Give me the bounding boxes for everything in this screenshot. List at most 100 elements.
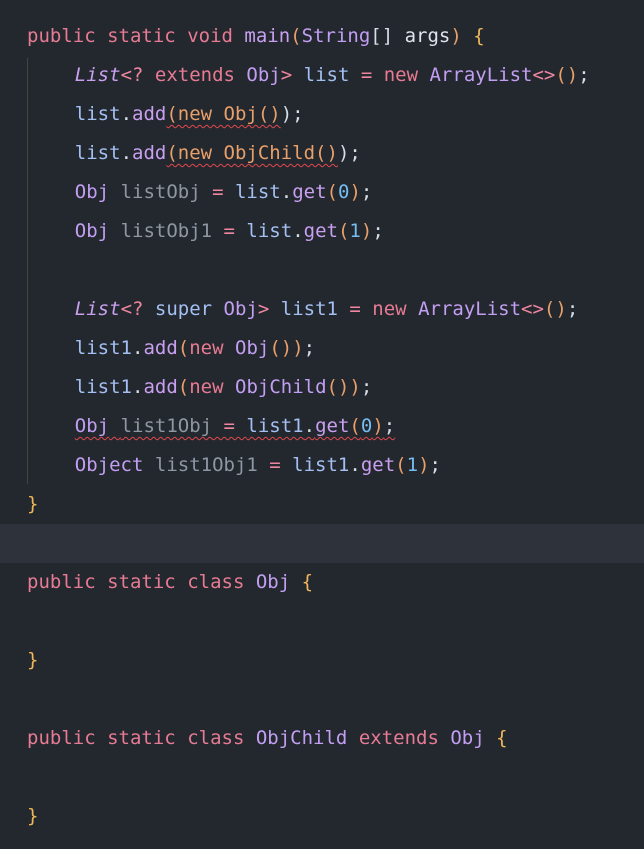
code-token: add	[132, 103, 167, 125]
code-token: ;	[578, 64, 590, 86]
code-token: >	[280, 64, 304, 86]
code-token: .	[349, 454, 361, 476]
error-token: get	[315, 415, 350, 437]
code-line-list1-add-objchild[interactable]: list1.add(new ObjChild());	[0, 368, 644, 407]
code-line-class-obj-close[interactable]: }	[0, 641, 644, 680]
code-token: (	[177, 337, 190, 359]
code-line-blank-1[interactable]	[0, 251, 644, 290]
code-token: 0	[337, 181, 350, 203]
code-token: }	[27, 649, 39, 671]
code-token: <>	[521, 298, 544, 320]
code-token: new	[372, 298, 407, 320]
code-token: ;	[360, 376, 373, 398]
code-line-list1-add-obj[interactable]: list1.add(new Obj());	[0, 329, 644, 368]
error-token: (	[349, 415, 361, 437]
code-line-text: public static void main(String[] args) {	[27, 17, 485, 56]
code-token: extends	[358, 727, 439, 749]
code-token: )	[418, 454, 430, 476]
code-token: 1	[349, 220, 361, 242]
code-line-super-list-declaration[interactable]: List<? super Obj> list1 = new ArrayList<…	[0, 290, 644, 329]
error-token: .	[303, 415, 316, 437]
code-token: .	[132, 376, 144, 398]
error-token: (new ObjChild()	[166, 142, 338, 164]
code-token: get	[303, 220, 338, 242]
code-line-main-close[interactable]: }	[0, 485, 644, 524]
code-token: (	[337, 220, 350, 242]
code-line-class-obj-declaration[interactable]: public static class Obj {	[0, 563, 644, 602]
code-token: {	[496, 727, 508, 749]
code-token: List	[74, 298, 121, 320]
code-line-text: }	[27, 797, 38, 836]
code-token: add	[143, 337, 178, 359]
code-line-main-signature[interactable]: public static void main(String[] args) {	[0, 17, 644, 56]
code-line-list1-get-1[interactable]: Object list1Obj1 = list1.get(1);	[0, 446, 644, 485]
code-line-blank-2[interactable]	[0, 602, 644, 641]
code-token: list	[246, 220, 293, 242]
code-line-text: Obj listObj1 = list.get(1);	[75, 212, 384, 251]
code-line-list-add-obj[interactable]: list.add(new Obj());	[0, 95, 644, 134]
code-line-list-get-1[interactable]: Obj listObj1 = list.get(1);	[0, 212, 644, 251]
code-line-text: }	[27, 641, 38, 680]
code-token: ())	[269, 337, 304, 359]
code-token: listObj1	[120, 220, 213, 242]
code-token: =	[337, 298, 373, 320]
code-token: add	[132, 142, 167, 164]
code-token: (	[177, 376, 190, 398]
code-token: public	[27, 727, 96, 749]
error-token: Obj	[74, 415, 110, 437]
code-token: ()	[555, 64, 579, 86]
code-token: list1	[74, 337, 132, 359]
code-token: .	[120, 103, 133, 125]
code-token: listObj	[120, 181, 201, 203]
code-editor[interactable]: public static void main(String[] args) {…	[0, 0, 644, 849]
code-line-blank-4[interactable]	[0, 758, 644, 797]
code-token: Obj	[223, 298, 258, 320]
code-line-blank-3[interactable]	[0, 680, 644, 719]
code-token: )	[360, 220, 373, 242]
code-token: Obj	[74, 181, 110, 203]
error-token: =	[212, 415, 247, 437]
code-token: ;	[360, 181, 373, 203]
code-line-text: public static class Obj {	[27, 563, 313, 602]
error-token: 0	[360, 415, 373, 437]
code-line-text: list.add(new ObjChild());	[75, 134, 361, 173]
code-token: list1	[280, 298, 338, 320]
code-line-text: public static class ObjChild extends Obj…	[27, 719, 508, 758]
code-token: (	[395, 454, 407, 476]
code-token: =	[257, 454, 293, 476]
code-token: )	[450, 25, 462, 47]
error-token: (new Obj()	[166, 103, 281, 125]
code-token: <?	[120, 298, 155, 320]
code-line-blank-current[interactable]	[0, 524, 644, 563]
code-token: void	[187, 25, 233, 47]
code-line-list-get-0[interactable]: Obj listObj = list.get(0);	[0, 173, 644, 212]
code-line-class-objchild-close[interactable]: }	[0, 797, 644, 836]
code-token: .	[280, 181, 293, 203]
code-token: =	[349, 64, 384, 86]
code-token: ;	[303, 337, 316, 359]
code-token: add	[143, 376, 178, 398]
code-line-text: Obj list1Obj = list1.get(0);	[75, 407, 395, 446]
code-token: list	[234, 181, 281, 203]
code-token: ArrayList	[429, 64, 533, 86]
code-line-list1-get-0[interactable]: Obj list1Obj = list1.get(0);	[0, 407, 644, 446]
code-token: }	[27, 493, 39, 515]
code-line-list-add-objchild[interactable]: list.add(new ObjChild());	[0, 134, 644, 173]
code-line-extends-list-declaration[interactable]: List<? extends Obj> list = new ArrayList…	[0, 56, 644, 95]
code-line-class-objchild-declaration[interactable]: public static class ObjChild extends Obj…	[0, 719, 644, 758]
code-token: ObjChild	[255, 727, 348, 749]
code-token: list1	[292, 454, 350, 476]
